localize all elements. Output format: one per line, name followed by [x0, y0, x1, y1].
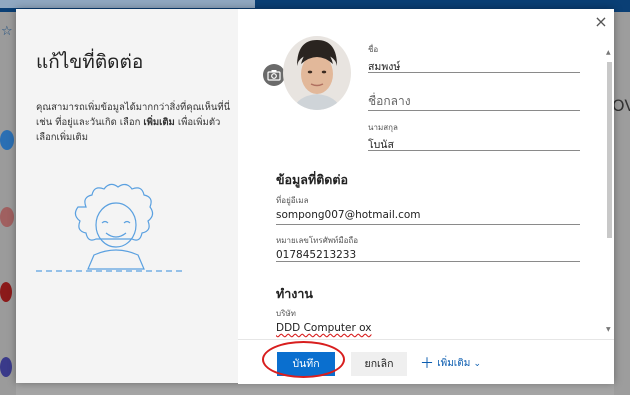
first-name-field[interactable]: ชื่อ สมพงษ์: [368, 43, 580, 73]
background-bottom: [16, 383, 614, 395]
description-bold: เพิ่มเติม: [143, 117, 175, 128]
highlight-annotation: [262, 341, 345, 378]
background-search-area: [0, 0, 255, 8]
contact-photo[interactable]: [283, 36, 351, 110]
email-value: sompong007@hotmail.com: [276, 209, 421, 221]
company-value: DDD Computer ox: [276, 322, 372, 334]
company-field[interactable]: บริษัท DDD Computer ox: [276, 307, 580, 334]
close-button[interactable]: ×: [592, 13, 610, 31]
background-avatar: [0, 207, 14, 227]
scroll-down-arrow-icon[interactable]: ▼: [606, 326, 611, 333]
scroll-up-arrow-icon[interactable]: ▲: [606, 49, 611, 56]
last-name-field[interactable]: นามสกุล โบนัส: [368, 121, 580, 151]
more-button[interactable]: ＋ เพิ่มเติม ⌄: [420, 352, 481, 376]
contact-section-title: ข้อมูลที่ติดต่อ: [276, 172, 349, 187]
work-section-title: ทำงาน: [276, 286, 313, 301]
dialog-form-panel: × ชื่อ สมพงษ์ ชื่อกลาง นามสกุล โบนัส ข้อ…: [238, 9, 614, 383]
scrollbar-thumb[interactable]: [607, 62, 612, 238]
plus-icon: ＋: [420, 356, 434, 372]
camera-icon[interactable]: [263, 64, 285, 86]
first-name-value: สมพงษ์: [368, 61, 401, 73]
dialog-description: คุณสามารถเพิ่มข้อมูลได้มากกว่าสิ่งที่คุณ…: [36, 100, 236, 145]
middle-name-placeholder: ชื่อกลาง: [368, 94, 411, 108]
background-left-rail: ☆: [0, 12, 16, 395]
background-avatar: [0, 130, 14, 150]
background-avatar: [0, 357, 12, 377]
background-avatar: [0, 282, 12, 302]
chevron-down-icon: ⌄: [473, 359, 482, 369]
more-label: เพิ่มเติม: [437, 358, 471, 369]
first-name-label: ชื่อ: [368, 45, 379, 54]
last-name-label: นามสกุล: [368, 123, 398, 132]
edit-contact-dialog: แก้ไขที่ติดต่อ คุณสามารถเพิ่มข้อมูลได้มา…: [16, 9, 614, 383]
phone-label: หมายเลขโทรศัพท์มือถือ: [276, 236, 359, 245]
last-name-value: โบนัส: [368, 139, 394, 151]
dialog-title: แก้ไขที่ติดต่อ: [36, 51, 144, 73]
background-right-area: [614, 12, 630, 395]
middle-name-field[interactable]: ชื่อกลาง: [368, 92, 580, 111]
cancel-button[interactable]: ยกเลิก: [351, 352, 407, 376]
person-illustration: [36, 183, 186, 272]
background-text: OV: [612, 96, 630, 115]
company-label: บริษัท: [276, 309, 296, 318]
phone-field[interactable]: หมายเลขโทรศัพท์มือถือ 017845213233: [276, 234, 580, 262]
phone-value: 017845213233: [276, 249, 357, 261]
star-icon: ☆: [1, 24, 13, 39]
email-field[interactable]: ที่อยู่อีเมล sompong007@hotmail.com: [276, 194, 580, 225]
email-label: ที่อยู่อีเมล: [276, 196, 309, 205]
dialog-info-panel: แก้ไขที่ติดต่อ คุณสามารถเพิ่มข้อมูลได้มา…: [16, 9, 238, 383]
